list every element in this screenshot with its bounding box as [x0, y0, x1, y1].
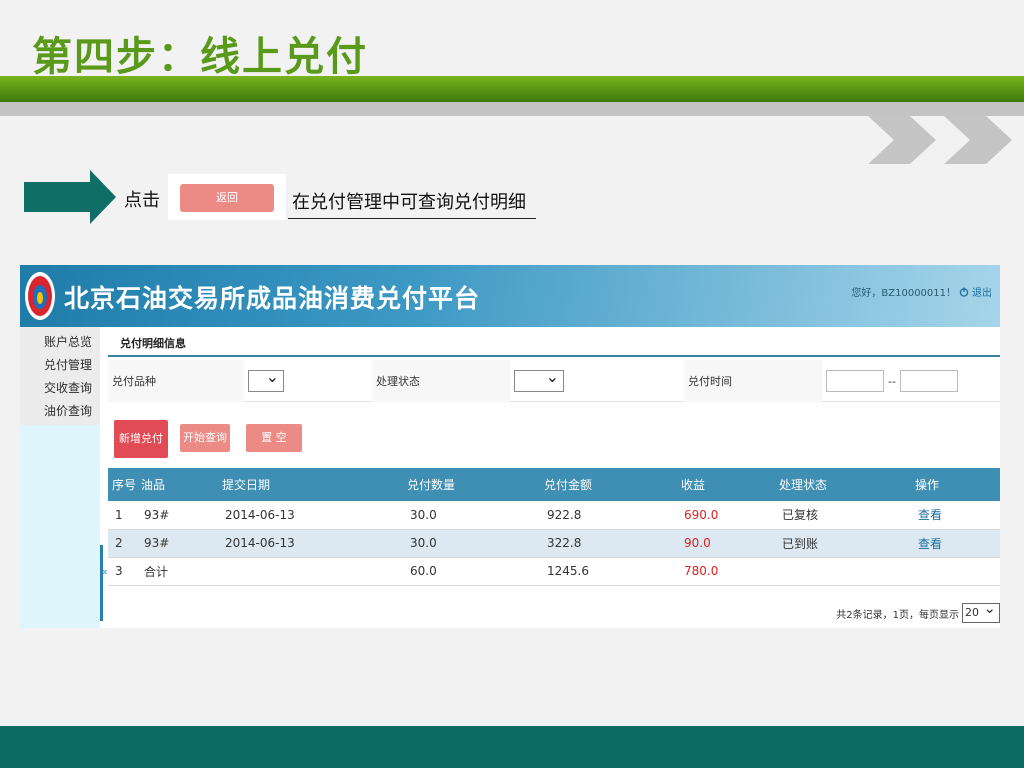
cell-quantity: 30.0 — [403, 529, 540, 558]
cell-submit-date — [218, 557, 403, 586]
footer-band — [0, 726, 1024, 768]
cell-index: 2 — [108, 529, 137, 558]
col-index: 序号 — [108, 468, 137, 501]
cell-status: 已到账 — [775, 529, 911, 558]
time-filter-label: 兑付时间 — [684, 360, 822, 402]
date-separator: -- — [888, 374, 896, 388]
status-filter-label: 处理状态 — [372, 360, 510, 402]
col-product: 油品 — [137, 468, 218, 501]
cell-profit: 780.0 — [677, 557, 775, 586]
cell-status — [775, 557, 911, 586]
start-query-button[interactable]: 开始查询 — [180, 424, 230, 452]
cell-profit: 690.0 — [677, 501, 775, 530]
reset-button[interactable]: 置 空 — [246, 424, 302, 452]
grey-band — [0, 102, 1024, 116]
view-link[interactable]: 查看 — [918, 537, 942, 551]
app-header: 北京石油交易所成品油消费兑付平台 您好，BZ10000011！ 退出 — [20, 265, 1000, 327]
cell-quantity: 60.0 — [403, 557, 540, 586]
cell-action — [911, 557, 1000, 586]
back-button-frame: 返回 — [168, 174, 286, 220]
col-profit: 收益 — [677, 468, 775, 501]
table-header-row: 序号 油品 提交日期 兑付数量 兑付金额 收益 处理状态 操作 — [108, 468, 1000, 501]
col-amount: 兑付金额 — [540, 468, 677, 501]
page-size-select[interactable]: 20 — [962, 599, 1000, 623]
col-submit-date: 提交日期 — [218, 468, 403, 501]
sidebar-collapse-bar[interactable] — [100, 545, 103, 621]
status-select[interactable] — [514, 367, 564, 392]
pagination: 共2条记录，1页，每页显示 20 — [836, 599, 1000, 623]
cell-amount: 1245.6 — [540, 557, 677, 586]
cell-product: 合计 — [137, 557, 218, 586]
slide-title: 第四步：线上兑付 — [32, 33, 368, 80]
cell-index: 3 — [108, 557, 137, 586]
back-button[interactable]: 返回 — [180, 184, 274, 212]
table-row: 2 93# 2014-06-13 30.0 322.8 90.0 已到账 查看 — [108, 529, 1000, 558]
sidebar-item-delivery-query[interactable]: 交收查询 — [44, 377, 100, 400]
click-instruction-label: 点击 — [124, 190, 160, 211]
sidebar: 账户总览 兑付管理 交收查询 油价查询 — [20, 327, 100, 628]
cell-amount: 922.8 — [540, 501, 677, 530]
col-action: 操作 — [911, 468, 1000, 501]
sidebar-item-account-overview[interactable]: 账户总览 — [44, 331, 100, 354]
cell-submit-date: 2014-06-13 — [218, 529, 403, 558]
view-link[interactable]: 查看 — [918, 508, 942, 522]
table-row: 1 93# 2014-06-13 30.0 922.8 690.0 已复核 查看 — [108, 501, 1000, 530]
filter-row: 兑付品种 处理状态 兑付时间 -- — [108, 360, 1000, 402]
app-screenshot: 北京石油交易所成品油消费兑付平台 您好，BZ10000011！ 退出 账户总览 … — [20, 265, 1000, 628]
petroleum-exchange-logo-icon — [25, 272, 55, 320]
arrow-right-icon — [24, 170, 116, 224]
cell-quantity: 30.0 — [403, 501, 540, 530]
app-title: 北京石油交易所成品油消费兑付平台 — [64, 284, 481, 313]
user-greeting: 您好，BZ10000011！ — [851, 288, 956, 299]
panel-title: 兑付明细信息 — [120, 337, 186, 350]
sidebar-menu: 账户总览 兑付管理 交收查询 油价查询 — [20, 327, 100, 425]
cell-profit: 90.0 — [677, 529, 775, 558]
pagination-summary: 共2条记录，1页，每页显示 — [836, 609, 959, 621]
start-date-input[interactable] — [826, 370, 884, 392]
cell-submit-date: 2014-06-13 — [218, 501, 403, 530]
new-redemption-button[interactable]: 新增兑付 — [114, 420, 168, 458]
cell-amount: 322.8 — [540, 529, 677, 558]
end-date-input[interactable] — [899, 370, 958, 392]
cell-status: 已复核 — [775, 501, 911, 530]
collapse-icon[interactable]: « — [101, 565, 108, 578]
double-chevron-icon — [868, 116, 1012, 164]
power-icon[interactable] — [959, 287, 969, 297]
panel-header: 兑付明细信息 — [108, 327, 1000, 357]
col-status: 处理状态 — [775, 468, 911, 501]
sidebar-item-oil-price-query[interactable]: 油价查询 — [44, 400, 100, 423]
redemption-table: 序号 油品 提交日期 兑付数量 兑付金额 收益 处理状态 操作 1 93# 20… — [108, 468, 1000, 586]
sidebar-item-redemption-management[interactable]: 兑付管理 — [44, 354, 100, 377]
cell-product: 93# — [137, 529, 218, 558]
logout-link[interactable]: 退出 — [972, 284, 992, 299]
product-filter-label: 兑付品种 — [108, 360, 244, 402]
main-content: 兑付明细信息 兑付品种 处理状态 兑付时间 -- 新增兑付 开始查询 置 空 — [108, 327, 1000, 628]
table-total-row: 3 合计 60.0 1245.6 780.0 — [108, 557, 1000, 586]
green-band — [0, 76, 1024, 102]
col-quantity: 兑付数量 — [403, 468, 540, 501]
cell-index: 1 — [108, 501, 137, 530]
cell-product: 93# — [137, 501, 218, 530]
user-info: 您好，BZ10000011！ 退出 — [851, 284, 992, 299]
product-select[interactable] — [248, 367, 284, 392]
instruction-note: 在兑付管理中可查询兑付明细 — [288, 188, 536, 219]
